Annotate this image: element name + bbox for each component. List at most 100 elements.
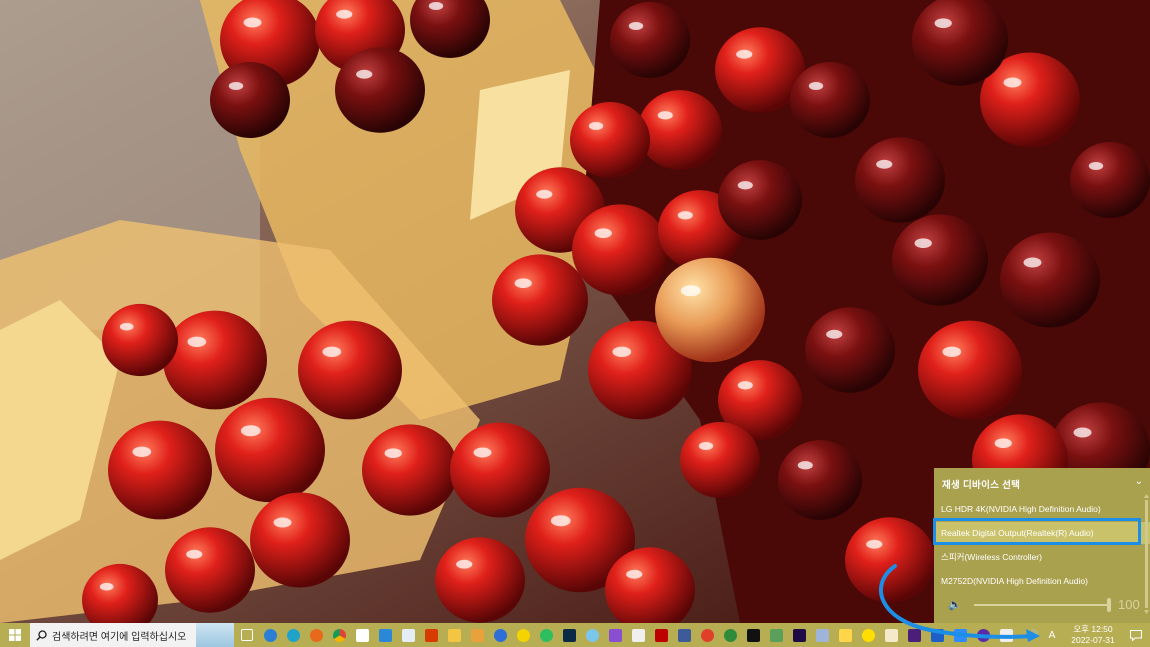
flyout-scrollbar[interactable] <box>1144 494 1149 618</box>
pomegranate-seed <box>450 422 550 518</box>
taskbar-pinned-apps <box>238 623 1020 647</box>
zoom-icon[interactable] <box>951 623 969 647</box>
green-app-icon[interactable] <box>721 623 739 647</box>
photoshop-icon[interactable] <box>560 623 578 647</box>
pomegranate-seed <box>855 137 945 223</box>
pomegranate-seed <box>1000 232 1100 328</box>
record-app-icon[interactable] <box>698 623 716 647</box>
volume-slider-thumb[interactable] <box>1107 598 1111 612</box>
seed-highlight <box>514 278 532 289</box>
volume-slider-track[interactable] <box>974 604 1110 606</box>
pomegranate-seed <box>108 420 212 520</box>
seed-highlight <box>1003 77 1022 88</box>
calendar-icon[interactable] <box>353 623 371 647</box>
seed-highlight <box>914 238 932 248</box>
taskbar: 검색하려면 여기에 입력하십시오 🔊 A 오후 12:50 2022-07-31 <box>0 623 1150 647</box>
clock[interactable]: 오후 12:50 2022-07-31 <box>1064 624 1122 646</box>
volume-value: 100 <box>1118 597 1140 612</box>
windows-logo-icon <box>9 629 21 641</box>
notepad-icon[interactable] <box>629 623 647 647</box>
pomegranate-seed <box>845 517 935 603</box>
seed-highlight <box>934 18 952 29</box>
g-app-icon[interactable] <box>928 623 946 647</box>
taskbar-search-box[interactable]: 검색하려면 여기에 입력하십시오 <box>30 623 234 647</box>
seed-highlight <box>473 447 492 458</box>
start-button[interactable] <box>0 623 30 647</box>
office-icon[interactable] <box>422 623 440 647</box>
camera-app-icon[interactable] <box>882 623 900 647</box>
device-option-wireless-controller[interactable]: 스피커(Wireless Controller) <box>934 546 1150 568</box>
tools-app-icon[interactable] <box>813 623 831 647</box>
onedrive-icon[interactable] <box>399 623 417 647</box>
github-desktop-icon[interactable] <box>974 623 992 647</box>
winamp-icon[interactable] <box>468 623 486 647</box>
yellow-app-icon[interactable] <box>859 623 877 647</box>
volume-tray-icon[interactable]: 🔊 <box>1025 623 1041 647</box>
terminal-icon[interactable] <box>744 623 762 647</box>
purple-app-icon[interactable] <box>905 623 923 647</box>
seed-highlight <box>428 2 444 10</box>
seed-highlight <box>132 446 152 457</box>
seed-highlight <box>594 228 612 238</box>
speaker-icon[interactable]: 🔈 <box>948 598 962 611</box>
seed-highlight <box>536 189 553 199</box>
seed-highlight <box>1073 427 1092 438</box>
media-player-icon[interactable] <box>514 623 532 647</box>
pomegranate-seed <box>610 2 690 78</box>
device-option-lg-hdr[interactable]: LG HDR 4K(NVIDIA High Definition Audio) <box>934 498 1150 520</box>
visual-studio-icon[interactable] <box>606 623 624 647</box>
filezilla-icon[interactable] <box>652 623 670 647</box>
volume-control: 🔈 100 <box>934 596 1150 614</box>
seed-highlight <box>384 448 402 459</box>
pomegranate-seed <box>778 440 862 520</box>
seed-highlight <box>356 69 373 79</box>
search-highlight-image <box>196 623 234 647</box>
chrome-icon[interactable] <box>330 623 348 647</box>
app-icon[interactable] <box>261 623 279 647</box>
paint-icon[interactable] <box>836 623 854 647</box>
search-placeholder: 검색하려면 여기에 입력하십시오 <box>52 631 187 643</box>
seed-highlight <box>588 122 604 130</box>
arrow-app-icon[interactable] <box>491 623 509 647</box>
seed-highlight <box>698 442 714 450</box>
device-label: 스피커(Wireless Controller) <box>941 552 1042 562</box>
pomegranate-seed <box>892 214 988 306</box>
file-explorer-icon[interactable] <box>445 623 463 647</box>
notification-center-button[interactable] <box>1122 623 1150 647</box>
edge-icon[interactable] <box>284 623 302 647</box>
pomegranate-seed <box>680 422 760 498</box>
pomegranate-seed <box>918 320 1022 420</box>
seed-highlight <box>876 159 893 169</box>
ssms-icon[interactable] <box>675 623 693 647</box>
seed-highlight <box>680 285 701 297</box>
ime-indicator[interactable]: A <box>1044 623 1060 647</box>
mail-icon[interactable] <box>376 623 394 647</box>
task-view-icon[interactable] <box>238 623 256 647</box>
seed-highlight <box>186 549 203 559</box>
seed-highlight <box>243 17 262 28</box>
collapse-chevron-icon[interactable]: ⌄ <box>1135 476 1143 487</box>
pomegranate-seed <box>163 310 267 410</box>
unity-icon[interactable] <box>997 623 1015 647</box>
pomegranate-seed <box>165 527 255 613</box>
device-option-m2752d[interactable]: M2752D(NVIDIA High Definition Audio) <box>934 570 1150 592</box>
seed-highlight <box>99 582 114 591</box>
pomegranate-seed <box>298 320 402 420</box>
evernote-icon[interactable] <box>537 623 555 647</box>
seed-highlight <box>737 181 753 190</box>
pomegranate-seed <box>570 102 650 178</box>
seed-highlight <box>612 346 632 357</box>
selection-highlight-box <box>933 518 1141 545</box>
premiere-icon[interactable] <box>790 623 808 647</box>
messenger-icon[interactable] <box>583 623 601 647</box>
device-label: LG HDR 4K(NVIDIA High Definition Audio) <box>941 504 1101 514</box>
seed-highlight <box>626 569 643 579</box>
seed-highlight <box>187 336 207 347</box>
pomegranate-seed <box>790 62 870 138</box>
firefox-icon[interactable] <box>307 623 325 647</box>
pomegranate-seed <box>215 397 325 503</box>
pomegranate-seed <box>335 47 425 133</box>
image-viewer-icon[interactable] <box>767 623 785 647</box>
seed-highlight <box>677 211 693 220</box>
seed-highlight <box>628 22 644 30</box>
